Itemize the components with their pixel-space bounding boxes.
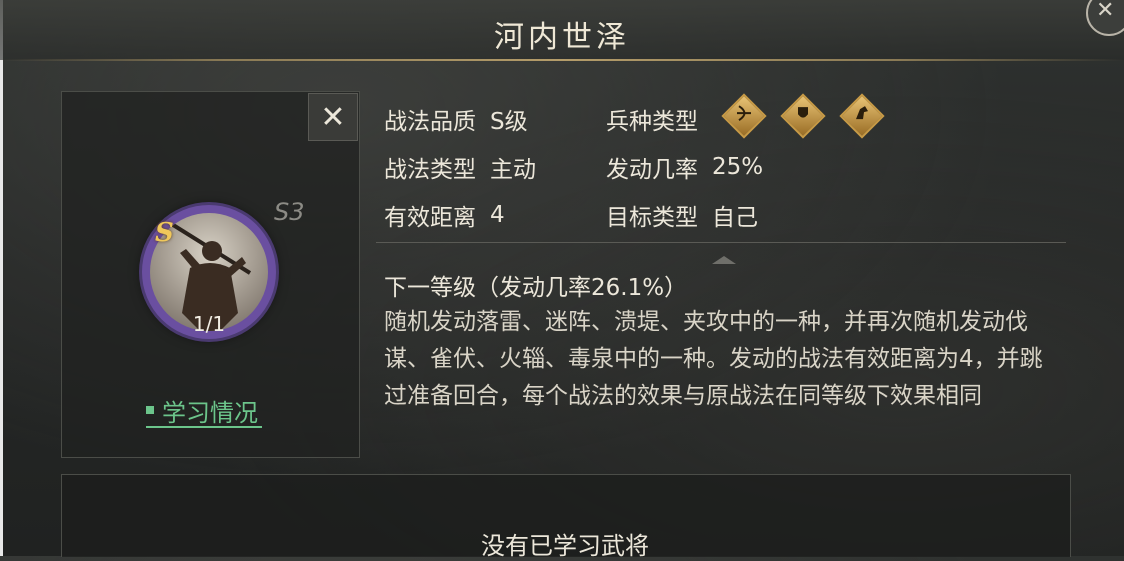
skill-level-tag: S3: [274, 198, 305, 226]
rate-row: 发动几率 25%: [606, 150, 763, 184]
target-row: 目标类型 自己: [606, 198, 758, 232]
caret-up-icon: [712, 256, 736, 264]
horse-icon[interactable]: [839, 93, 885, 139]
range-row: 有效距离 4: [384, 198, 505, 232]
type-row: 战法类型 主动: [384, 150, 536, 184]
troop-row: 兵种类型: [606, 102, 698, 136]
range-label: 有效距离: [384, 205, 476, 231]
close-icon: ✕: [1096, 0, 1115, 23]
learned-count: 1/1: [192, 312, 226, 336]
header-divider: [0, 59, 1124, 61]
quality-value: S级: [490, 109, 528, 135]
troop-label: 兵种类型: [606, 109, 698, 135]
skill-description: 随机发动落雷、迷阵、溃堤、夹攻中的一种，并再次随机发动伐谋、雀伏、火辎、毒泉中的…: [384, 309, 1043, 409]
target-value: 自己: [712, 205, 758, 231]
range-value: 4: [490, 202, 505, 228]
grade-badge: S: [155, 218, 174, 248]
rate-label: 发动几率: [606, 157, 698, 183]
quality-label: 战法品质: [384, 109, 476, 135]
next-level-heading: 下一等级（发动几率26.1%）: [384, 275, 688, 301]
page-title: 河内世泽: [494, 20, 630, 55]
bullet-icon: [146, 406, 154, 414]
target-label: 目标类型: [606, 205, 698, 231]
shield-icon[interactable]: [780, 93, 826, 139]
screen-edge: [0, 0, 3, 556]
learn-status-label: 学习情况: [162, 398, 258, 427]
rate-value: 25%: [712, 154, 764, 180]
type-value: 主动: [490, 157, 536, 183]
type-label: 战法类型: [384, 157, 476, 183]
learn-status-link[interactable]: 学习情况: [146, 394, 262, 428]
bow-icon[interactable]: [721, 93, 767, 139]
info-divider: [376, 242, 1066, 243]
quality-row: 战法品质 S级: [384, 102, 528, 136]
close-button[interactable]: ✕: [308, 93, 358, 141]
